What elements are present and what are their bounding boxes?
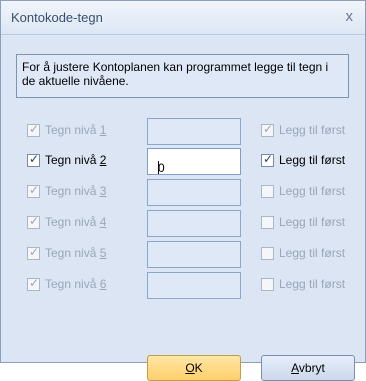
level-6-label: Tegn nivå 6: [45, 277, 106, 291]
level-6-legg-checkbox[interactable]: [261, 278, 274, 291]
info-text: For å justere Kontoplanen kan programmet…: [16, 54, 349, 98]
level-1-legg-checkbox[interactable]: ✓: [261, 122, 274, 137]
check-icon: ✓: [263, 152, 274, 166]
level-4-checkbox[interactable]: ✓: [27, 214, 40, 229]
text-caret: [158, 161, 159, 174]
level-label-number: 1: [99, 123, 107, 137]
level-label-number: 2: [99, 153, 107, 167]
check-icon: ✓: [29, 122, 40, 136]
level-1-label: Tegn nivå 1: [45, 123, 106, 137]
level-5-legg-checkbox[interactable]: [261, 247, 274, 260]
level-row-2: ✓ Tegn nivå 2 0 ✓ Legg til først: [1, 148, 365, 176]
level-row-4: ✓ Tegn nivå 4 Legg til først: [1, 210, 365, 238]
level-label-prefix: Tegn nivå: [45, 184, 100, 198]
level-3-input[interactable]: [147, 179, 241, 206]
level-2-input[interactable]: 0: [147, 148, 241, 175]
ok-button[interactable]: OK: [147, 355, 241, 381]
check-icon: ✓: [29, 245, 40, 259]
level-row-6: ✓ Tegn nivå 6 Legg til først: [1, 272, 365, 300]
level-label-prefix: Tegn nivå: [45, 153, 100, 167]
level-2-legg-label: Legg til først: [279, 153, 346, 167]
level-3-legg-label: Legg til først: [279, 184, 346, 198]
ok-mnemonic: O: [185, 361, 195, 375]
level-4-input[interactable]: [147, 210, 241, 237]
level-label-number: 6: [99, 277, 107, 291]
level-label-number: 4: [99, 215, 107, 229]
level-6-input[interactable]: [147, 272, 241, 299]
level-row-3: ✓ Tegn nivå 3 Legg til først: [1, 179, 365, 207]
level-5-checkbox[interactable]: ✓: [27, 245, 40, 260]
level-2-label: Tegn nivå 2: [45, 153, 106, 167]
level-label-prefix: Tegn nivå: [45, 215, 100, 229]
check-icon: ✓: [29, 152, 40, 166]
level-label-prefix: Tegn nivå: [45, 246, 100, 260]
level-6-checkbox[interactable]: ✓: [27, 276, 40, 291]
level-5-input[interactable]: [147, 241, 241, 268]
cancel-mnemonic: A: [291, 361, 299, 375]
check-icon: ✓: [29, 183, 40, 197]
level-row-5: ✓ Tegn nivå 5 Legg til først: [1, 241, 365, 269]
level-label-number: 3: [99, 184, 107, 198]
level-5-label: Tegn nivå 5: [45, 246, 106, 260]
level-1-input[interactable]: [147, 118, 241, 145]
check-icon: ✓: [29, 276, 40, 290]
level-label-prefix: Tegn nivå: [45, 277, 100, 291]
level-4-label: Tegn nivå 4: [45, 215, 106, 229]
cancel-label-rest: vbryt: [298, 361, 325, 375]
level-label-prefix: Tegn nivå: [45, 123, 100, 137]
level-1-checkbox[interactable]: ✓: [27, 122, 40, 137]
dialog-body: For å justere Kontoplanen kan programmet…: [1, 36, 365, 381]
level-3-label: Tegn nivå 3: [45, 184, 106, 198]
level-2-legg-checkbox[interactable]: ✓: [261, 152, 274, 167]
title-bar[interactable]: Kontokode-tegn x: [1, 1, 365, 35]
level-4-legg-label: Legg til først: [279, 215, 346, 229]
check-icon: ✓: [263, 122, 274, 136]
check-icon: ✓: [29, 214, 40, 228]
level-6-legg-label: Legg til først: [279, 277, 346, 291]
dialog-window: Kontokode-tegn x For å justere Kontoplan…: [0, 0, 366, 381]
level-row-1: ✓ Tegn nivå 1 ✓ Legg til først: [1, 118, 365, 146]
level-3-legg-checkbox[interactable]: [261, 185, 274, 198]
ok-label-rest: K: [194, 361, 203, 375]
window-title: Kontokode-tegn: [11, 10, 103, 25]
level-1-legg-label: Legg til først: [279, 123, 346, 137]
level-label-number: 5: [99, 246, 107, 260]
level-2-checkbox[interactable]: ✓: [27, 152, 40, 167]
level-4-legg-checkbox[interactable]: [261, 216, 274, 229]
close-icon[interactable]: x: [346, 8, 354, 25]
level-3-checkbox[interactable]: ✓: [27, 183, 40, 198]
cancel-button[interactable]: Avbryt: [261, 355, 355, 381]
level-5-legg-label: Legg til først: [279, 246, 346, 260]
